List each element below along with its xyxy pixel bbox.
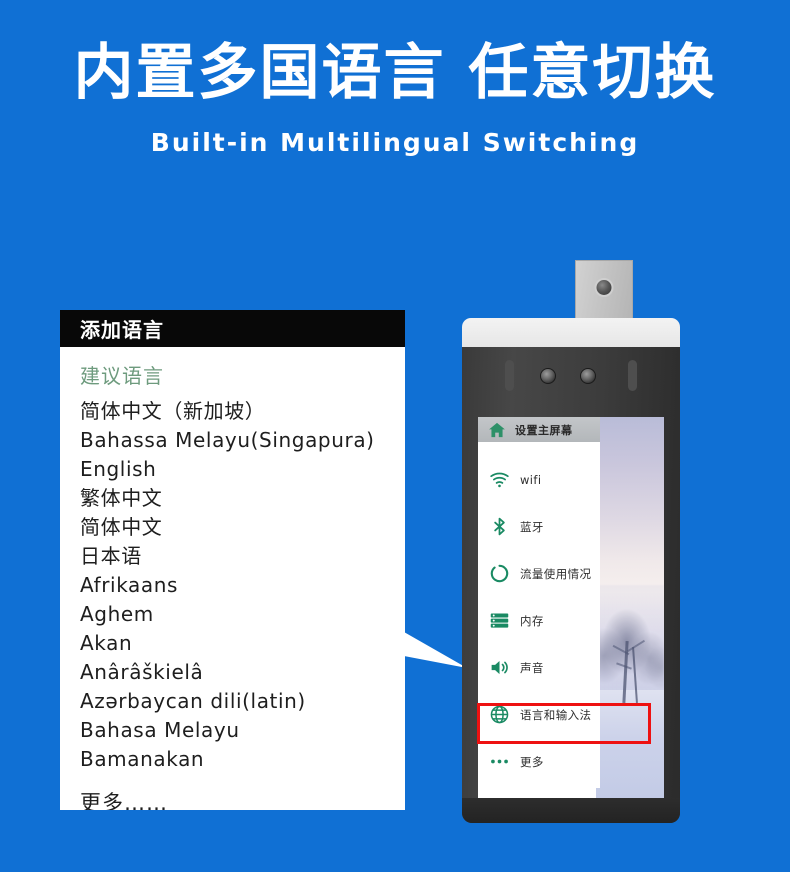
- face-recognition-terminal-device: 设置主屏幕 wifi 蓝牙 流量使用情况 内存 声音 语言和输入法 更多: [462, 260, 680, 823]
- wallpaper-treeline: [596, 585, 664, 703]
- menu-item-label: 更多: [520, 754, 544, 769]
- suggested-languages-header: 建议语言: [80, 364, 164, 388]
- menu-item-label: wifi: [520, 472, 542, 487]
- storage-icon: [488, 610, 510, 632]
- list-item[interactable]: Bahassa Melayu(Singapura): [80, 426, 405, 455]
- settings-menu-header-label: 设置主屏幕: [515, 423, 573, 437]
- panel-titlebar: 添加语言: [60, 310, 405, 347]
- list-item[interactable]: 繁体中文: [80, 484, 405, 513]
- data-usage-icon: [488, 563, 510, 585]
- bracket-screw-icon: [594, 278, 614, 297]
- menu-item-label: 流量使用情况: [520, 566, 592, 581]
- settings-menu-header[interactable]: 设置主屏幕: [478, 417, 600, 442]
- device-sensor-band: [462, 348, 680, 408]
- camera-lens-2-icon: [580, 368, 596, 384]
- menu-item-label: 蓝牙: [520, 519, 544, 534]
- menu-item-wifi[interactable]: wifi: [478, 456, 600, 503]
- page-title-chinese: 内置多国语言 任意切换: [73, 38, 717, 108]
- list-item[interactable]: 简体中文: [80, 513, 405, 542]
- device-screen: 设置主屏幕 wifi 蓝牙 流量使用情况 内存 声音 语言和输入法 更多: [478, 417, 664, 798]
- more-dots-icon: [488, 751, 510, 773]
- list-item[interactable]: Bamanakan: [80, 745, 405, 774]
- callout-arrow: [404, 608, 468, 674]
- sensor-slot-right-icon: [628, 360, 637, 391]
- home-icon: [486, 419, 508, 441]
- menu-item-sound[interactable]: 声音: [478, 644, 600, 691]
- list-item[interactable]: Akan: [80, 629, 405, 658]
- camera-lens-1-icon: [540, 368, 556, 384]
- settings-menu-list: wifi 蓝牙 流量使用情况 内存 声音 语言和输入法 更多: [478, 442, 600, 785]
- wifi-icon: [488, 469, 510, 491]
- list-item[interactable]: English: [80, 455, 405, 484]
- page-subtitle-english: Built-in Multilingual Switching: [150, 128, 640, 157]
- language-list: 简体中文（新加坡） Bahassa Melayu(Singapura) Engl…: [80, 397, 405, 774]
- add-language-panel: 添加语言 建议语言 简体中文（新加坡） Bahassa Melayu(Singa…: [60, 310, 405, 810]
- device-top-bezel: [462, 318, 680, 348]
- menu-item-storage[interactable]: 内存: [478, 597, 600, 644]
- list-item[interactable]: 日本语: [80, 542, 405, 571]
- bluetooth-icon: [488, 516, 510, 538]
- globe-icon: [488, 704, 510, 726]
- more-languages-label[interactable]: 更多……: [80, 788, 405, 810]
- list-item[interactable]: Bahasa Melayu: [80, 716, 405, 745]
- wallpaper-winter-photo: [596, 417, 664, 798]
- settings-menu-panel: 设置主屏幕 wifi 蓝牙 流量使用情况 内存 声音 语言和输入法 更多: [478, 417, 600, 788]
- menu-item-label: 声音: [520, 660, 544, 675]
- list-item[interactable]: 简体中文（新加坡）: [80, 397, 405, 426]
- menu-item-label: 语言和输入法: [520, 707, 592, 722]
- device-bottom-bezel: [462, 798, 680, 823]
- menu-item-bluetooth[interactable]: 蓝牙: [478, 503, 600, 550]
- panel-title: 添加语言: [80, 318, 164, 342]
- menu-item-data-usage[interactable]: 流量使用情况: [478, 550, 600, 597]
- sound-icon: [488, 657, 510, 679]
- menu-item-language-and-input[interactable]: 语言和输入法: [478, 691, 600, 738]
- page-header: 内置多国语言 任意切换 Built-in Multilingual Switch…: [0, 0, 790, 160]
- wallpaper-snowfield: [596, 690, 664, 798]
- menu-item-more[interactable]: 更多: [478, 738, 600, 785]
- arrow-pointer-triangle-icon: [404, 632, 467, 668]
- panel-body: 建议语言 简体中文（新加坡） Bahassa Melayu(Singapura)…: [60, 347, 405, 810]
- list-item[interactable]: Aghem: [80, 600, 405, 629]
- sensor-slot-left-icon: [505, 360, 514, 391]
- list-item[interactable]: Afrikaans: [80, 571, 405, 600]
- list-item[interactable]: Anârâškielâ: [80, 658, 405, 687]
- menu-item-label: 内存: [520, 613, 544, 628]
- list-item[interactable]: Azərbaycan dili(latin): [80, 687, 405, 716]
